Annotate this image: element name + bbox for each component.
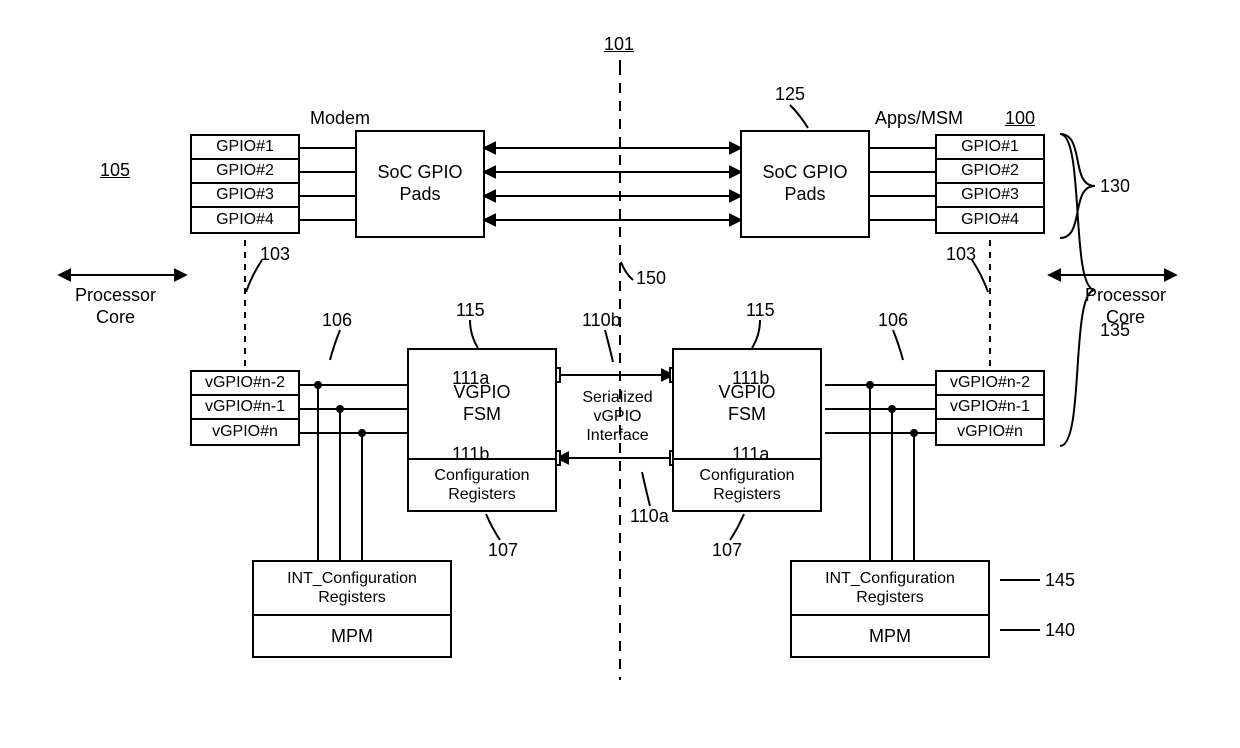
- ref-145: 145: [1045, 570, 1075, 591]
- right-vgpio-row: vGPIO#n: [937, 420, 1043, 444]
- left-header: Modem: [310, 108, 370, 129]
- ref-107-left: 107: [488, 540, 518, 561]
- ref-135: 135: [1100, 320, 1130, 341]
- right-gpio-row: GPIO#2: [937, 160, 1043, 184]
- right-int-block: INT_Configuration Registers MPM: [790, 560, 990, 658]
- ref-140: 140: [1045, 620, 1075, 641]
- ref-150: 150: [636, 268, 666, 289]
- right-gpio-row: GPIO#1: [937, 136, 1043, 160]
- left-gpio-row: GPIO#4: [192, 208, 298, 232]
- left-gpio-row: GPIO#2: [192, 160, 298, 184]
- left-gpio-row: GPIO#1: [192, 136, 298, 160]
- ref-107-right: 107: [712, 540, 742, 561]
- ref-110a: 110a: [630, 506, 669, 527]
- ref-103-right: 103: [946, 244, 976, 265]
- right-header: Apps/MSM: [875, 108, 963, 129]
- left-vgpio-row: vGPIO#n-1: [192, 396, 298, 420]
- ref-111a-left: 111a: [452, 368, 489, 389]
- left-fsm: VGPIO FSM: [407, 348, 557, 458]
- ref-130: 130: [1100, 176, 1130, 197]
- right-gpio-table: GPIO#1 GPIO#2 GPIO#3 GPIO#4: [935, 134, 1045, 234]
- left-int-config: INT_Configuration Registers: [252, 560, 452, 614]
- left-gpio-table: GPIO#1 GPIO#2 GPIO#3 GPIO#4: [190, 134, 300, 234]
- left-int-block: INT_Configuration Registers MPM: [252, 560, 452, 658]
- ref-100: 100: [1005, 108, 1035, 129]
- ref-115-left: 115: [456, 300, 485, 321]
- ref-125: 125: [775, 84, 805, 105]
- right-vgpio-row: vGPIO#n-1: [937, 396, 1043, 420]
- ref-115-right: 115: [746, 300, 775, 321]
- ref-110b: 110b: [582, 310, 621, 331]
- left-mpm: MPM: [252, 614, 452, 658]
- ref-106-left: 106: [322, 310, 352, 331]
- ref-105: 105: [100, 160, 130, 181]
- left-processor-core: Processor Core: [75, 285, 156, 328]
- right-soc-gpio-pads: SoC GPIO Pads: [740, 130, 870, 238]
- right-gpio-row: GPIO#3: [937, 184, 1043, 208]
- right-mpm: MPM: [790, 614, 990, 658]
- right-fsm: VGPIO FSM: [672, 348, 822, 458]
- left-config-registers: Configuration Registers: [407, 458, 557, 512]
- ref-103-left: 103: [260, 244, 290, 265]
- left-vgpio-row: vGPIO#n-2: [192, 372, 298, 396]
- left-gpio-row: GPIO#3: [192, 184, 298, 208]
- left-vgpio-row: vGPIO#n: [192, 420, 298, 444]
- right-vgpio-table: vGPIO#n-2 vGPIO#n-1 vGPIO#n: [935, 370, 1045, 446]
- ref-111b-right: 111b: [732, 368, 769, 389]
- right-int-config: INT_Configuration Registers: [790, 560, 990, 614]
- left-vgpio-table: vGPIO#n-2 vGPIO#n-1 vGPIO#n: [190, 370, 300, 446]
- serialized-vgpio-interface: Serialized vGPIO Interface: [570, 388, 665, 446]
- right-vgpio-row: vGPIO#n-2: [937, 372, 1043, 396]
- ref-111b-left: 111b: [452, 444, 489, 465]
- left-soc-gpio-pads: SoC GPIO Pads: [355, 130, 485, 238]
- ref-106-right: 106: [878, 310, 908, 331]
- ref-111a-right: 111a: [732, 444, 769, 465]
- ref-101: 101: [604, 34, 634, 55]
- right-gpio-row: GPIO#4: [937, 208, 1043, 232]
- right-config-registers: Configuration Registers: [672, 458, 822, 512]
